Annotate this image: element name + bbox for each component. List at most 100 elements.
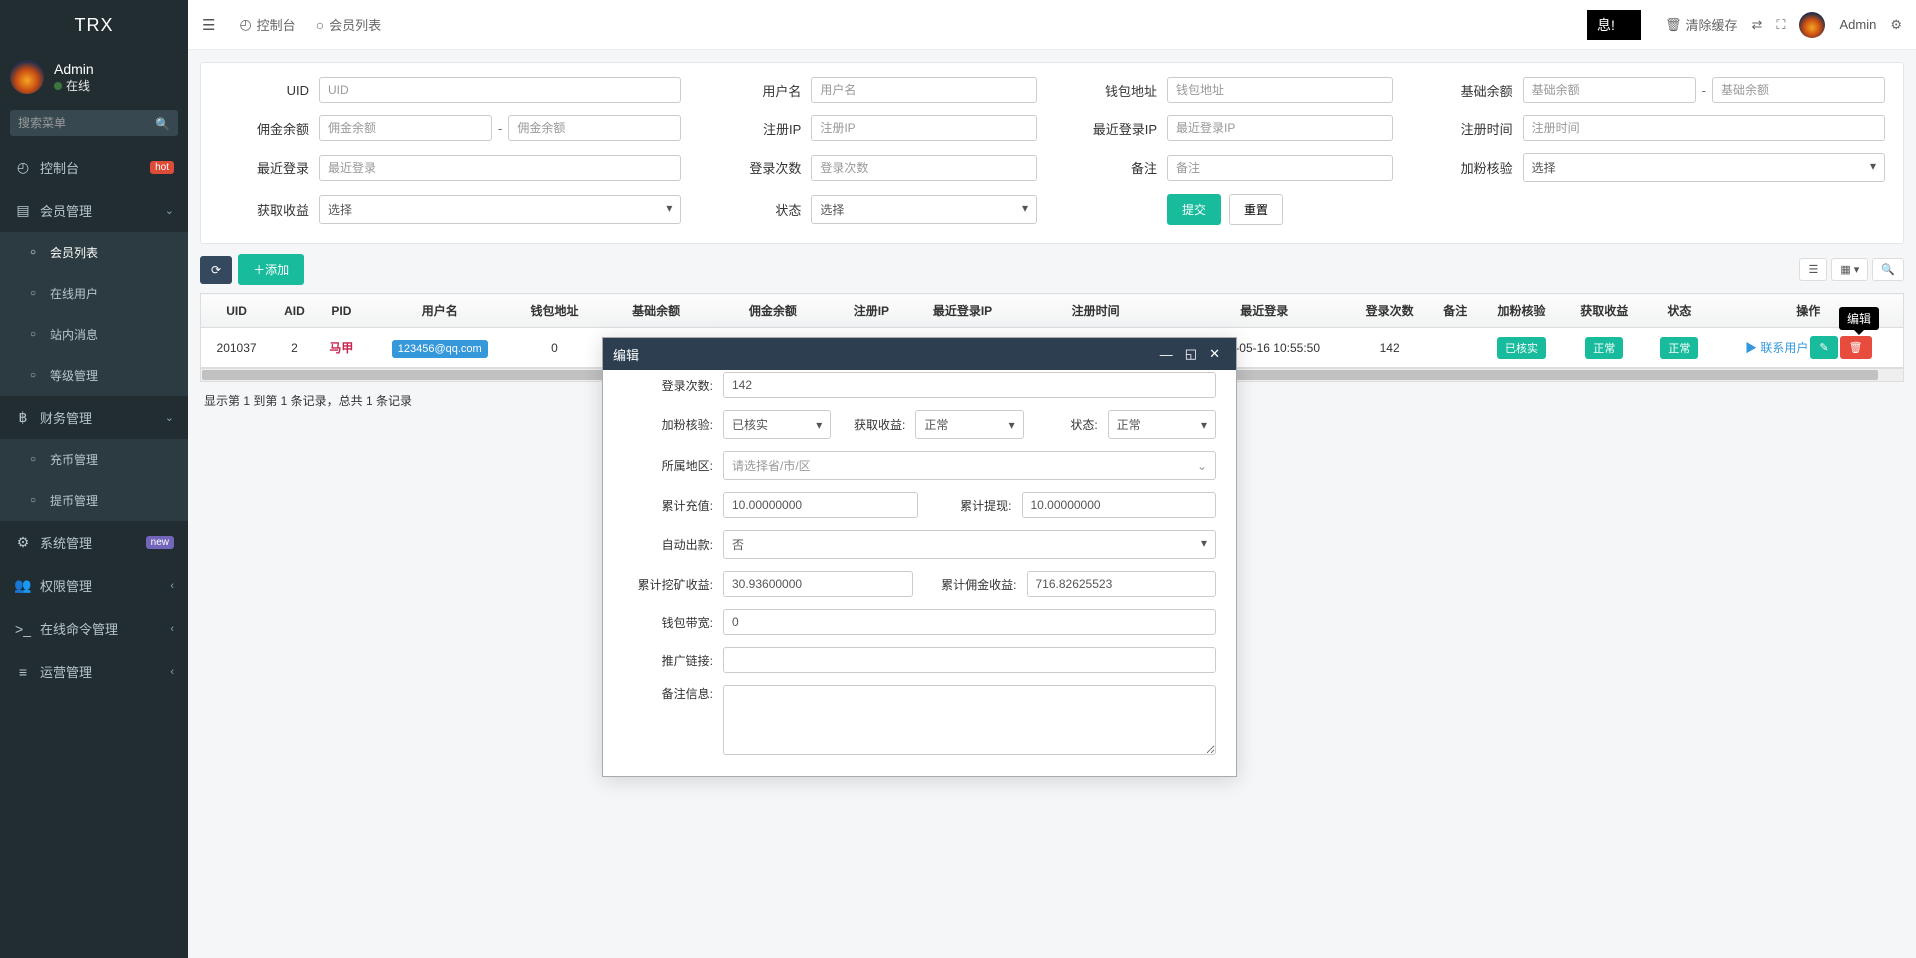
th-最近登录[interactable]: 最近登录 — [1180, 294, 1349, 328]
reg-ip-input[interactable] — [811, 115, 1037, 141]
th-注册IP[interactable]: 注册IP — [829, 294, 914, 328]
fan-badge[interactable]: 已核实 — [1497, 337, 1546, 359]
sidebar-item-在线命令管理[interactable]: >_在线命令管理‹ — [0, 607, 188, 650]
label-status: 状态 — [711, 200, 801, 219]
login-count-input[interactable] — [811, 155, 1037, 181]
fan-check-select[interactable]: 选择▾ — [1523, 153, 1885, 182]
th-钱包地址[interactable]: 钱包地址 — [514, 294, 596, 328]
nav-label: 权限管理 — [40, 576, 92, 595]
m-region-select[interactable]: 请选择省/市/区⌄ — [723, 451, 1216, 480]
contact-user-link[interactable]: ▶ 联系用户 — [1745, 339, 1808, 356]
search-menu-input[interactable] — [10, 110, 178, 136]
view-list-button[interactable]: ☰ — [1799, 258, 1827, 281]
clear-cache-button[interactable]: 🗑清除缓存 — [1665, 15, 1738, 34]
table-search-button[interactable]: 🔍 — [1872, 258, 1904, 281]
cell-profit: 正常 — [1563, 328, 1645, 368]
comm-balance-min-input[interactable] — [319, 115, 492, 141]
sidebar-item-充币管理[interactable]: ○充币管理 — [0, 439, 188, 480]
username-input[interactable] — [811, 77, 1037, 103]
m-wallet-bw-input[interactable] — [723, 609, 1216, 635]
email-badge[interactable]: 123456@qq.com — [392, 340, 488, 358]
plus-icon: ＋ — [253, 263, 265, 277]
sidebar-item-会员管理[interactable]: ▤会员管理⌄ — [0, 189, 188, 232]
sidebar-item-系统管理[interactable]: ⚙系统管理new — [0, 521, 188, 564]
login-ip-input[interactable] — [1167, 115, 1393, 141]
th-状态[interactable]: 状态 — [1645, 294, 1713, 328]
th-PID[interactable]: PID — [317, 294, 366, 328]
sidebar-item-会员列表[interactable]: ○会员列表 — [0, 232, 188, 273]
uid-input[interactable] — [319, 77, 681, 103]
m-note-textarea[interactable] — [723, 685, 1216, 755]
menu-toggle-icon[interactable]: ☰ — [202, 16, 215, 34]
admin-name[interactable]: Admin — [1839, 17, 1876, 32]
m-comm-total-input[interactable] — [1027, 571, 1217, 597]
close-icon[interactable]: ✕ — [1203, 344, 1226, 364]
th-加粉核验[interactable]: 加粉核验 — [1480, 294, 1563, 328]
m-fan-select[interactable]: 已核实▾ — [723, 410, 831, 439]
sidebar-item-等级管理[interactable]: ○等级管理 — [0, 355, 188, 396]
sidebar-item-站内消息[interactable]: ○站内消息 — [0, 314, 188, 355]
sidebar: TRX Admin 在线 🔍 ◴控制台hot▤会员管理⌄○会员列表○在线用户○站… — [0, 0, 188, 958]
base-balance-min-input[interactable] — [1523, 77, 1696, 103]
nav-label: 等级管理 — [50, 367, 98, 384]
th-获取收益[interactable]: 获取收益 — [1563, 294, 1645, 328]
comm-balance-max-input[interactable] — [508, 115, 681, 141]
base-balance-max-input[interactable] — [1712, 77, 1885, 103]
add-button[interactable]: ＋添加 — [238, 254, 304, 285]
sidebar-item-控制台[interactable]: ◴控制台hot — [0, 146, 188, 189]
sidebar-item-提币管理[interactable]: ○提币管理 — [0, 480, 188, 521]
th-UID[interactable]: UID — [201, 294, 272, 328]
m-mining-input[interactable] — [723, 571, 913, 597]
status-select[interactable]: 选择▾ — [811, 195, 1037, 224]
th-佣金余额[interactable]: 佣金余额 — [717, 294, 829, 328]
last-login-input[interactable] — [319, 155, 681, 181]
sidebar-item-权限管理[interactable]: 👥权限管理‹ — [0, 564, 188, 607]
maximize-icon[interactable]: ◱ — [1179, 344, 1203, 364]
wallet-input[interactable] — [1167, 77, 1393, 103]
tab-dashboard[interactable]: ◴控制台 — [229, 15, 305, 34]
modal-header[interactable]: 编辑 — ◱ ✕ — [603, 338, 1236, 370]
th-备注[interactable]: 备注 — [1431, 294, 1480, 328]
th-最近登录IP[interactable]: 最近登录IP — [914, 294, 1012, 328]
th-注册时间[interactable]: 注册时间 — [1011, 294, 1180, 328]
cell-username: 123456@qq.com — [366, 328, 514, 368]
m-profit-select[interactable]: 正常▾ — [915, 410, 1023, 439]
cell-login-count: 142 — [1349, 328, 1431, 368]
th-基础余额[interactable]: 基础余额 — [596, 294, 717, 328]
th-用户名[interactable]: 用户名 — [366, 294, 514, 328]
nav-label: 会员列表 — [50, 244, 98, 261]
edit-button[interactable]: ✎ — [1810, 336, 1837, 359]
th-登录次数[interactable]: 登录次数 — [1349, 294, 1431, 328]
profit-select[interactable]: 选择▾ — [319, 195, 681, 224]
m-label-comm-total: 累计佣金收益: — [927, 576, 1017, 593]
reset-button[interactable]: 重置 — [1229, 194, 1283, 225]
tab-members[interactable]: ○会员列表 — [306, 15, 391, 34]
refresh-button[interactable]: ⟳ — [200, 256, 232, 284]
m-withdraw-input[interactable] — [1022, 492, 1217, 518]
sidebar-item-运营管理[interactable]: ≡运营管理‹ — [0, 650, 188, 693]
profit-badge[interactable]: 正常 — [1585, 337, 1623, 359]
nav: ◴控制台hot▤会员管理⌄○会员列表○在线用户○站内消息○等级管理฿财务管理⌄○… — [0, 146, 188, 693]
status-badge[interactable]: 正常 — [1660, 337, 1698, 359]
th-AID[interactable]: AID — [272, 294, 317, 328]
dash: - — [1702, 83, 1706, 98]
minimize-icon[interactable]: — — [1154, 345, 1179, 364]
sidebar-item-财务管理[interactable]: ฿财务管理⌄ — [0, 396, 188, 439]
m-deposit-input[interactable] — [723, 492, 918, 518]
m-label-deposit: 累计充值: — [603, 497, 713, 514]
m-autopay-select[interactable]: 否▾ — [723, 530, 1216, 559]
sidebar-item-在线用户[interactable]: ○在线用户 — [0, 273, 188, 314]
m-promo-input[interactable] — [723, 647, 1216, 673]
label-uid: UID — [219, 83, 309, 98]
m-status-select[interactable]: 正常▾ — [1108, 410, 1216, 439]
view-grid-button[interactable]: ▦ ▾ — [1831, 258, 1868, 281]
avatar-small[interactable] — [1799, 12, 1825, 38]
lang-icon[interactable]: ⇄ — [1751, 17, 1762, 33]
fullscreen-icon[interactable]: ⛶ — [1776, 17, 1785, 33]
m-login-count-input[interactable] — [723, 372, 1216, 398]
reg-time-input[interactable] — [1523, 115, 1885, 141]
settings-icon[interactable]: ⚙ — [1890, 17, 1902, 33]
nav-label: 运营管理 — [40, 662, 92, 681]
submit-button[interactable]: 提交 — [1167, 194, 1221, 225]
remark-input[interactable] — [1167, 155, 1393, 181]
